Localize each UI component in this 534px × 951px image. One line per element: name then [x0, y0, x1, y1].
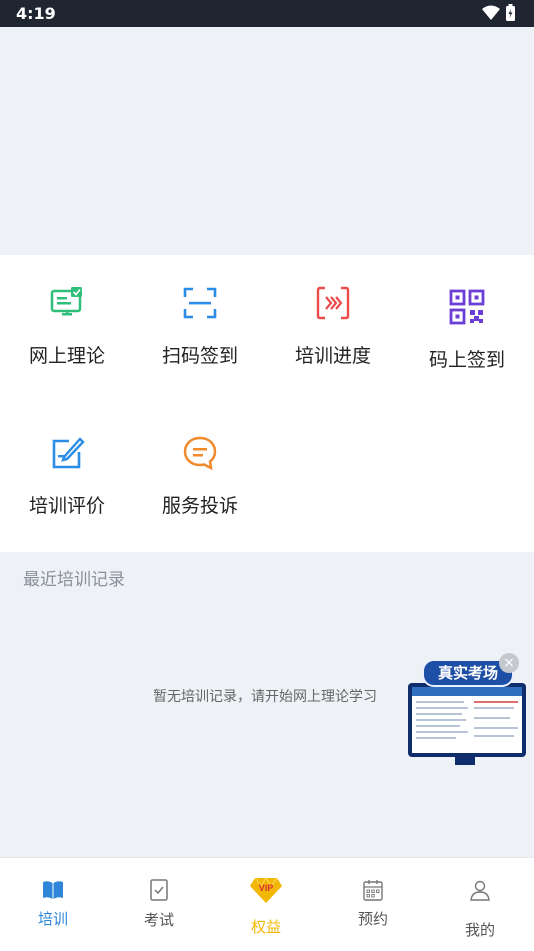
banner-area — [0, 27, 534, 255]
menu-label: 服务投诉 — [161, 495, 238, 517]
recent-records-title: 最近培训记录 — [23, 570, 125, 590]
promo-close-button[interactable]: × — [499, 653, 519, 673]
status-icons — [480, 4, 520, 26]
menu-online-theory[interactable]: 网上理论 — [0, 255, 134, 375]
battery-icon — [506, 4, 515, 21]
menu-label: 培训进度 — [294, 345, 371, 367]
menu-training-progress[interactable]: 培训进度 — [266, 255, 400, 375]
tab-label: 考试 — [143, 911, 174, 929]
menu-code-checkin[interactable]: 码上签到 — [400, 259, 534, 379]
menu-scan-checkin[interactable]: 扫码签到 — [133, 255, 267, 375]
bottom-tab-bar: 培训 考试 VIP 权益 预约 我的 — [0, 857, 534, 951]
menu-label: 网上理论 — [28, 345, 105, 367]
exam-paper-icon — [150, 879, 168, 901]
tab-label: 预约 — [357, 910, 388, 928]
user-icon — [470, 880, 490, 901]
tab-exam[interactable]: 考试 — [106, 858, 212, 951]
tab-appointment[interactable]: 预约 — [320, 858, 426, 951]
menu-label: 扫码签到 — [161, 345, 238, 367]
qr-code-icon — [449, 289, 485, 325]
book-icon — [43, 881, 63, 899]
tab-label: 权益 — [250, 918, 281, 936]
status-time: 4:19 — [16, 4, 56, 23]
tab-mine[interactable]: 我的 — [427, 858, 533, 951]
menu-service-complaint[interactable]: 服务投诉 — [133, 405, 267, 525]
real-exam-promo[interactable]: 真实考场 × — [408, 653, 528, 765]
exam-board-stand — [455, 757, 475, 765]
tab-benefits[interactable]: VIP 权益 — [213, 858, 319, 951]
exam-board-illustration — [408, 683, 526, 757]
tab-label: 我的 — [464, 921, 495, 939]
wifi-icon — [482, 5, 500, 20]
status-bar: 4:19 — [0, 0, 534, 27]
monitor-check-icon — [50, 287, 82, 316]
tab-training[interactable]: 培训 — [0, 858, 106, 951]
edit-note-icon — [52, 437, 85, 469]
scan-frame-icon — [183, 287, 217, 319]
tab-label: 培训 — [37, 910, 68, 928]
vip-diamond-icon: VIP — [250, 877, 282, 903]
menu-label: 培训评价 — [28, 495, 105, 517]
svg-text:VIP: VIP — [259, 883, 274, 893]
calendar-icon — [363, 880, 383, 901]
menu-label: 码上签到 — [428, 349, 505, 371]
empty-records-message: 暂无培训记录，请开始网上理论学习 — [153, 689, 377, 705]
message-bubble-icon — [183, 436, 217, 471]
progress-chevrons-icon — [316, 286, 350, 320]
function-grid: 网上理论 扫码签到 培训进度 码上签到 培训评价 服务投诉 — [0, 255, 534, 552]
menu-training-evaluation[interactable]: 培训评价 — [0, 405, 134, 525]
